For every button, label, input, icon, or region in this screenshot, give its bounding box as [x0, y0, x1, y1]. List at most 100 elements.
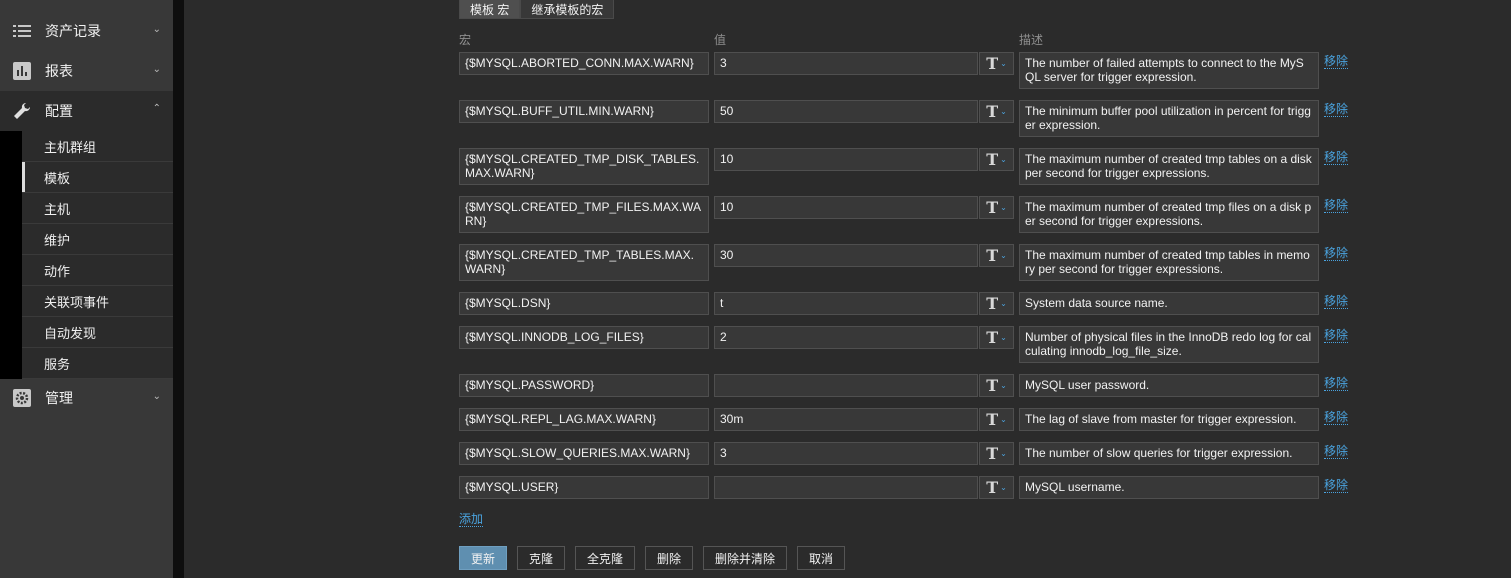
macro-name-field[interactable]: {$MYSQL.USER} — [459, 476, 709, 499]
add-macro-link[interactable]: 添加 — [459, 513, 484, 527]
tab-inherited-macros[interactable]: 继承模板的宏 — [520, 0, 615, 19]
macro-name-field[interactable]: {$MYSQL.INNODB_LOG_FILES} — [459, 326, 709, 349]
value-type-button[interactable]: T ⌄ — [979, 374, 1014, 397]
chevron-down-icon: ⌄ — [1000, 415, 1007, 424]
tab-template-macros[interactable]: 模板 宏 — [459, 0, 521, 19]
value-type-button[interactable]: T ⌄ — [979, 476, 1014, 499]
macro-name-field[interactable]: {$MYSQL.REPL_LAG.MAX.WARN} — [459, 408, 709, 431]
wrench-icon — [12, 101, 32, 121]
chevron-down-icon: ⌄ — [1000, 381, 1007, 390]
remove-link[interactable]: 移除 — [1324, 199, 1349, 213]
value-type-button[interactable]: T ⌄ — [979, 244, 1014, 267]
macro-value-field[interactable]: t — [714, 292, 978, 315]
remove-link[interactable]: 移除 — [1324, 377, 1349, 391]
chevron-down-icon: ⌄ — [152, 64, 161, 75]
value-type-button[interactable]: T ⌄ — [979, 326, 1014, 349]
macro-description-field[interactable]: Number of physical files in the InnoDB r… — [1019, 326, 1319, 363]
macro-name-field[interactable]: {$MYSQL.DSN} — [459, 292, 709, 315]
submenu-item-event-correlation[interactable]: 关联项事件 — [22, 286, 173, 317]
remove-link[interactable]: 移除 — [1324, 445, 1349, 459]
macro-description-field[interactable]: The maximum number of created tmp tables… — [1019, 244, 1319, 281]
chevron-down-icon: ⌄ — [1000, 59, 1007, 68]
value-type-button[interactable]: T ⌄ — [979, 292, 1014, 315]
submenu-rail — [0, 131, 22, 379]
gear-icon — [12, 388, 32, 408]
text-type-icon: T — [986, 102, 999, 121]
nav-section-label: 资产记录 — [45, 23, 101, 39]
remove-link[interactable]: 移除 — [1324, 411, 1349, 425]
remove-link[interactable]: 移除 — [1324, 295, 1349, 309]
macro-name-field[interactable]: {$MYSQL.BUFF_UTIL.MIN.WARN} — [459, 100, 709, 123]
chevron-up-icon: ⌃ — [152, 103, 161, 114]
text-type-icon: T — [986, 54, 999, 73]
macro-value-field[interactable]: 3 — [714, 52, 978, 75]
macro-description-field[interactable]: The minimum buffer pool utilization in p… — [1019, 100, 1319, 137]
nav-section-configuration[interactable]: 配置 ⌃ — [0, 91, 173, 131]
value-type-button[interactable]: T ⌄ — [979, 196, 1014, 219]
macro-name-field[interactable]: {$MYSQL.PASSWORD} — [459, 374, 709, 397]
macro-tabs: 模板 宏 继承模板的宏 — [459, 0, 615, 19]
nav-section-label: 报表 — [45, 63, 73, 79]
macro-name-field[interactable]: {$MYSQL.CREATED_TMP_FILES.MAX.WARN} — [459, 196, 709, 233]
delete-button[interactable]: 删除 — [645, 546, 693, 570]
sidebar: 资产记录 ⌄ 报表 ⌄ 配置 ⌃ 主机群组 模板 主机 维护 动作 关联项事件 … — [0, 0, 173, 578]
cancel-button[interactable]: 取消 — [797, 546, 845, 570]
list-icon — [12, 21, 32, 41]
submenu-item-actions[interactable]: 动作 — [22, 255, 173, 286]
remove-link[interactable]: 移除 — [1324, 55, 1349, 69]
value-type-button[interactable]: T ⌄ — [979, 408, 1014, 431]
submenu-item-host-groups[interactable]: 主机群组 — [22, 131, 173, 162]
submenu-item-discovery[interactable]: 自动发现 — [22, 317, 173, 348]
remove-link[interactable]: 移除 — [1324, 479, 1349, 493]
macro-description-field[interactable]: MySQL user password. — [1019, 374, 1319, 397]
macro-description-field[interactable]: System data source name. — [1019, 292, 1319, 315]
delete-and-clear-button[interactable]: 删除并清除 — [703, 546, 787, 570]
macro-description-field[interactable]: The number of slow queries for trigger e… — [1019, 442, 1319, 465]
macro-name-field[interactable]: {$MYSQL.CREATED_TMP_TABLES.MAX.WARN} — [459, 244, 709, 281]
macro-value-field[interactable]: 10 — [714, 196, 978, 219]
macro-description-field[interactable]: The maximum number of created tmp files … — [1019, 196, 1319, 233]
remove-link[interactable]: 移除 — [1324, 151, 1349, 165]
macro-value-field[interactable] — [714, 476, 978, 499]
nav-section-reports[interactable]: 报表 ⌄ — [0, 51, 173, 91]
value-type-button[interactable]: T ⌄ — [979, 100, 1014, 123]
nav-section-inventory[interactable]: 资产记录 ⌄ — [0, 11, 173, 51]
remove-link[interactable]: 移除 — [1324, 103, 1349, 117]
macro-name-field[interactable]: {$MYSQL.SLOW_QUERIES.MAX.WARN} — [459, 442, 709, 465]
full-clone-button[interactable]: 全克隆 — [575, 546, 635, 570]
macro-description-field[interactable]: The number of failed attempts to connect… — [1019, 52, 1319, 89]
value-type-button[interactable]: T ⌄ — [979, 52, 1014, 75]
column-header-macro: 宏 — [459, 33, 472, 47]
macro-value-field[interactable]: 30m — [714, 408, 978, 431]
remove-link[interactable]: 移除 — [1324, 247, 1349, 261]
chevron-down-icon: ⌄ — [1000, 333, 1007, 342]
clone-button[interactable]: 克隆 — [517, 546, 565, 570]
macro-description-field[interactable]: The lag of slave from master for trigger… — [1019, 408, 1319, 431]
submenu-item-hosts[interactable]: 主机 — [22, 193, 173, 224]
submenu-item-templates[interactable]: 模板 — [22, 162, 173, 193]
value-type-button[interactable]: T ⌄ — [979, 148, 1014, 171]
macro-name-field[interactable]: {$MYSQL.CREATED_TMP_DISK_TABLES.MAX.WARN… — [459, 148, 709, 185]
remove-link[interactable]: 移除 — [1324, 329, 1349, 343]
macro-description-field[interactable]: MySQL username. — [1019, 476, 1319, 499]
text-type-icon: T — [986, 478, 999, 497]
text-type-icon: T — [986, 376, 999, 395]
macro-name-field[interactable]: {$MYSQL.ABORTED_CONN.MAX.WARN} — [459, 52, 709, 75]
macro-description-field[interactable]: The maximum number of created tmp tables… — [1019, 148, 1319, 185]
update-button[interactable]: 更新 — [459, 546, 507, 570]
submenu-item-services[interactable]: 服务 — [22, 348, 173, 379]
submenu-item-maintenance[interactable]: 维护 — [22, 224, 173, 255]
macro-value-field[interactable]: 2 — [714, 326, 978, 349]
nav-section-label: 管理 — [45, 390, 73, 406]
macro-value-field[interactable] — [714, 374, 978, 397]
macro-value-field[interactable]: 3 — [714, 442, 978, 465]
macro-value-field[interactable]: 50 — [714, 100, 978, 123]
macro-value-field[interactable]: 10 — [714, 148, 978, 171]
text-type-icon: T — [986, 198, 999, 217]
chevron-down-icon: ⌄ — [1000, 251, 1007, 260]
macro-value-field[interactable]: 30 — [714, 244, 978, 267]
nav-section-administration[interactable]: 管理 ⌄ — [0, 378, 173, 418]
text-type-icon: T — [986, 294, 999, 313]
chevron-down-icon: ⌄ — [1000, 449, 1007, 458]
value-type-button[interactable]: T ⌄ — [979, 442, 1014, 465]
